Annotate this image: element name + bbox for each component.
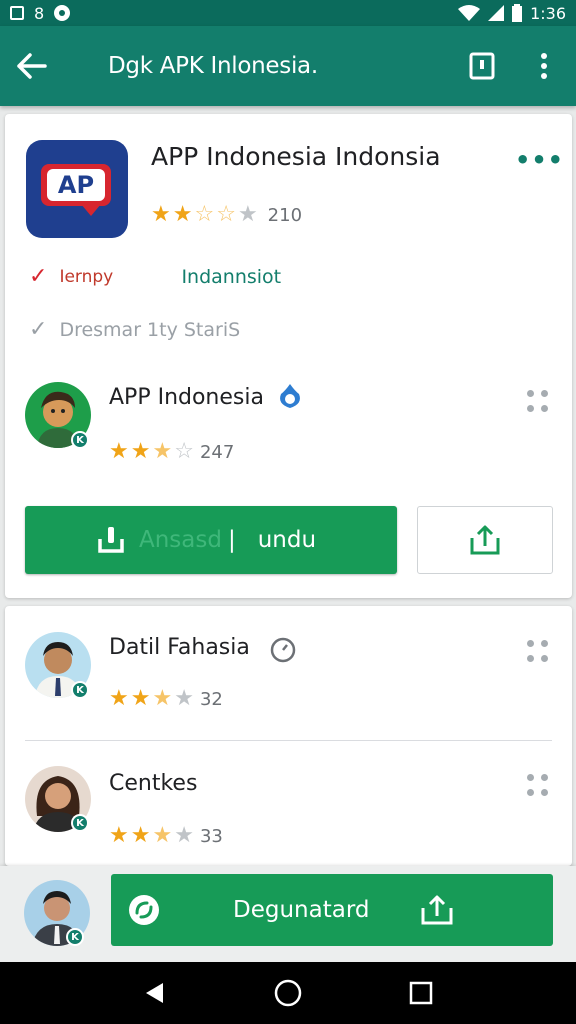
divider: [25, 740, 552, 741]
star-icon: ★: [109, 823, 129, 848]
verified-badge: K: [71, 814, 89, 832]
list-item-rating: ★ ★ ★ ★ 33: [109, 825, 223, 847]
list-item-name: Centkes: [109, 771, 198, 796]
app-tag-row-2: ✓ Dresmar 1ty StariS: [29, 317, 240, 342]
star-empty-icon: ★: [174, 686, 194, 711]
developer-name: APP Indonesia: [109, 385, 264, 410]
list-item-rating-count: 32: [199, 688, 223, 710]
list-item-rating: ★ ★ ★ ★ 32: [109, 688, 223, 710]
app-icon-bubble-tail: [81, 204, 101, 216]
app-more-button[interactable]: •••: [515, 146, 564, 174]
star-icon: ★: [130, 686, 151, 711]
bottom-action-bar: K Degunatard: [0, 866, 576, 962]
app-tag-1-right: Indannsiot: [181, 265, 282, 288]
list-item-rating-count: 33: [199, 825, 223, 847]
star-empty-icon: ☆: [174, 439, 194, 464]
share-icon: [421, 895, 453, 925]
status-left-icon-text: 8: [34, 3, 45, 23]
app-bar: Dgk APK Inlonesia.: [0, 26, 576, 106]
back-nav-icon[interactable]: [143, 981, 167, 1005]
battery-icon: [512, 4, 523, 22]
developer-more-button[interactable]: [527, 390, 551, 414]
list-item-more-button[interactable]: [527, 640, 551, 664]
verified-badge: K: [71, 431, 89, 449]
share-icon: [470, 525, 500, 555]
install-separator: |: [227, 527, 236, 553]
app-rating: ★ ★ ☆ ☆ ★ 210: [151, 204, 302, 226]
star-half-icon: ☆: [194, 202, 215, 227]
app-tag-1-left: Iernpy: [59, 266, 114, 287]
app-detail-card: AP APP Indonesia Indonsia ••• ★ ★ ☆ ☆ ★ …: [5, 114, 572, 598]
download-label: Degunatard: [233, 897, 370, 923]
star-icon: ★: [151, 202, 171, 227]
star-half-icon: ★: [152, 823, 173, 848]
star-icon: ★: [130, 439, 151, 464]
developer-rating: ★ ★ ★ ☆ 247: [109, 441, 234, 463]
star-empty-icon: ★: [237, 202, 258, 227]
screenshot-icon: [10, 6, 24, 20]
wifi-icon: [458, 5, 481, 21]
star-icon: ★: [109, 439, 129, 464]
app-name: APP Indonesia Indonsia: [151, 142, 441, 171]
back-arrow-icon: [17, 53, 47, 79]
app-tag-row-1: ✓ Iernpy Indannsiot: [29, 264, 281, 289]
clock-icon: [270, 637, 296, 663]
recents-nav-icon[interactable]: [409, 981, 433, 1005]
microphone-icon: [98, 527, 124, 553]
verified-flame-icon: [280, 384, 300, 408]
verified-badge: K: [71, 681, 89, 699]
install-label: undu: [257, 527, 317, 553]
install-button[interactable]: Ansasd | undu: [25, 506, 397, 574]
star-half-icon: ☆: [216, 202, 236, 227]
status-bar: 8 1:36: [0, 0, 576, 26]
star-half-icon: ★: [152, 439, 173, 464]
verified-badge: K: [66, 928, 84, 946]
system-nav-bar: [0, 962, 576, 1024]
status-time: 1:36: [530, 3, 566, 23]
share-button[interactable]: [417, 506, 553, 574]
app-icon[interactable]: AP: [26, 140, 128, 238]
star-empty-icon: ★: [174, 823, 194, 848]
app-icon-text: AP: [47, 169, 105, 201]
list-item-name: Datil Fahasia: [109, 635, 250, 660]
sync-icon: [54, 5, 71, 21]
check-icon: ✓: [29, 317, 48, 342]
signal-icon: [488, 5, 505, 21]
overflow-menu-icon: [541, 53, 547, 79]
download-button[interactable]: Degunatard: [111, 874, 553, 946]
bookmark-icon: [469, 52, 495, 80]
star-icon: ★: [109, 686, 129, 711]
app-rating-count: 210: [267, 204, 303, 226]
star-icon: ★: [130, 823, 151, 848]
refresh-icon: [129, 895, 159, 925]
home-nav-icon[interactable]: [274, 979, 302, 1007]
star-half-icon: ★: [152, 686, 173, 711]
install-faded-label: Ansasd: [139, 527, 222, 553]
bookmark-button[interactable]: [458, 26, 506, 106]
app-tag-2: Dresmar 1ty StariS: [59, 318, 241, 341]
overflow-menu-button[interactable]: [520, 26, 568, 106]
list-item-more-button[interactable]: [527, 774, 551, 798]
star-icon: ★: [172, 202, 193, 227]
check-icon: ✓: [29, 264, 48, 289]
developer-rating-count: 247: [199, 441, 235, 463]
related-list-card: K Datil Fahasia ★ ★ ★ ★ 32 K Centkes ★ ★…: [5, 606, 572, 866]
page-title: Dgk APK Inlonesia.: [108, 53, 318, 79]
back-button[interactable]: [0, 26, 64, 106]
